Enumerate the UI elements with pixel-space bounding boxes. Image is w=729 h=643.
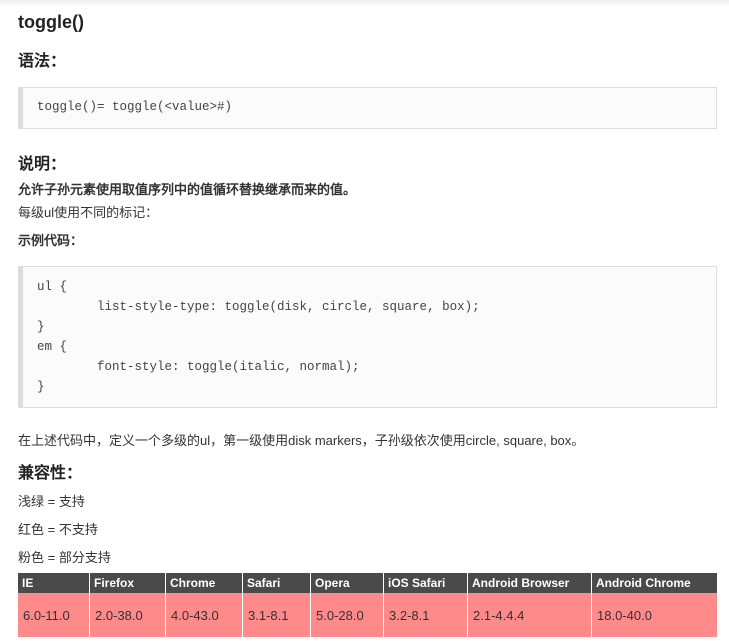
- syntax-heading: 语法：: [18, 53, 67, 70]
- header-android-browser: Android Browser: [467, 573, 592, 593]
- code-line: }: [37, 320, 45, 334]
- cell-opera: 5.0-28.0: [310, 593, 384, 637]
- cell-firefox: 2.0-38.0: [89, 593, 166, 637]
- code-line: }: [37, 380, 45, 394]
- compat-heading: 兼容性：: [18, 465, 83, 482]
- example-note: 在上述代码中，定义一个多级的ul，第一级使用disk markers，子孙级依次…: [18, 433, 585, 448]
- code-line: font-style: toggle(italic, normal);: [37, 360, 360, 374]
- compat-header-row: IE Firefox Chrome Safari Opera iOS Safar…: [18, 573, 718, 593]
- compat-table: IE Firefox Chrome Safari Opera iOS Safar…: [18, 573, 718, 637]
- description-heading: 说明：: [18, 156, 67, 173]
- header-opera: Opera: [310, 573, 384, 593]
- code-line: list-style-type: toggle(disk, circle, sq…: [37, 300, 480, 314]
- description-text: 每级ul使用不同的标记：: [18, 205, 159, 220]
- header-chrome: Chrome: [165, 573, 243, 593]
- example-code-block: ul { list-style-type: toggle(disk, circl…: [18, 266, 717, 408]
- top-shadow: [0, 0, 729, 6]
- legend-supported: 浅绿 = 支持: [18, 494, 85, 509]
- syntax-code-block: toggle()= toggle(<value>#): [18, 87, 717, 129]
- syntax-code-line: toggle()= toggle(<value>#): [37, 100, 233, 114]
- cell-ie: 6.0-11.0: [18, 593, 90, 637]
- code-line: ul {: [37, 280, 68, 294]
- header-ios-safari: iOS Safari: [383, 573, 468, 593]
- compat-data-row: 6.0-11.0 2.0-38.0 4.0-43.0 3.1-8.1 5.0-2…: [18, 593, 718, 637]
- cell-chrome: 4.0-43.0: [165, 593, 243, 637]
- legend-partial: 粉色 = 部分支持: [18, 550, 111, 565]
- header-ie: IE: [18, 573, 90, 593]
- header-safari: Safari: [242, 573, 311, 593]
- header-firefox: Firefox: [89, 573, 166, 593]
- cell-ios-safari: 3.2-8.1: [383, 593, 468, 637]
- page-title: toggle(): [18, 12, 84, 32]
- cell-android-chrome: 18.0-40.0: [591, 593, 718, 637]
- cell-android-browser: 2.1-4.4.4: [467, 593, 592, 637]
- legend-unsupported: 红色 = 不支持: [18, 522, 98, 537]
- example-label: 示例代码：: [18, 233, 84, 248]
- code-line: em {: [37, 340, 68, 354]
- cell-safari: 3.1-8.1: [242, 593, 311, 637]
- header-android-chrome: Android Chrome: [591, 573, 718, 593]
- description-bold-text: 允许子孙元素使用取值序列中的值循环替换继承而来的值。: [18, 182, 357, 197]
